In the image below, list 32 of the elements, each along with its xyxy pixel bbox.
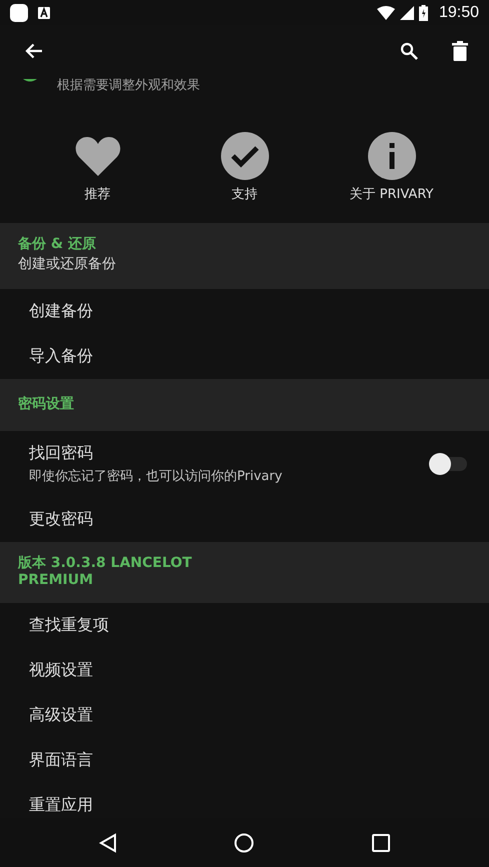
setting-description: 即使你忘记了密码，也可以访问你的Privary — [29, 468, 282, 485]
checkmark-icon — [220, 132, 268, 180]
section-title: 密码设置 — [18, 396, 75, 413]
clock: 19:50 — [438, 4, 479, 22]
triangle-icon — [98, 832, 117, 852]
section-subtitle: 创建或还原备份 — [18, 255, 117, 274]
setting-item[interactable]: 高级设置 — [29, 705, 93, 726]
setting-item[interactable]: 创建备份 — [29, 301, 93, 322]
setting-item[interactable]: 找回密码 — [29, 443, 282, 464]
square-icon — [372, 834, 390, 852]
section-title: 备份 & 还原 — [18, 236, 97, 253]
shortcut-button[interactable]: 关于 PRIVARY — [318, 107, 465, 203]
setting-item[interactable]: 更改密码 — [29, 509, 93, 530]
battery-icon — [418, 4, 428, 20]
setting-item[interactable]: 导入备份 — [29, 346, 93, 367]
setting-item[interactable]: 界面语言 — [29, 750, 93, 771]
shortcut-button[interactable]: 推荐 — [24, 107, 171, 203]
wifi-icon — [376, 6, 395, 20]
setting-item[interactable]: 重置应用 — [29, 795, 93, 816]
trash-icon — [452, 41, 468, 61]
notification-icon — [38, 6, 50, 18]
back-arrow-icon — [25, 43, 43, 59]
section-title: 版本 3.0.3.8 LANCELOT PREMIUM — [18, 555, 193, 589]
app-notification-icon — [10, 4, 28, 22]
shortcut-button[interactable]: 支持 — [171, 107, 318, 203]
setting-item[interactable]: 查找重复项 — [29, 615, 109, 636]
info-icon — [368, 132, 416, 180]
circle-icon — [234, 832, 254, 852]
setting-item[interactable]: 视频设置 — [29, 660, 93, 681]
signal-icon — [400, 6, 414, 20]
setting-description: 根据需要调整外观和效果 — [57, 77, 200, 95]
search-icon — [400, 42, 418, 60]
